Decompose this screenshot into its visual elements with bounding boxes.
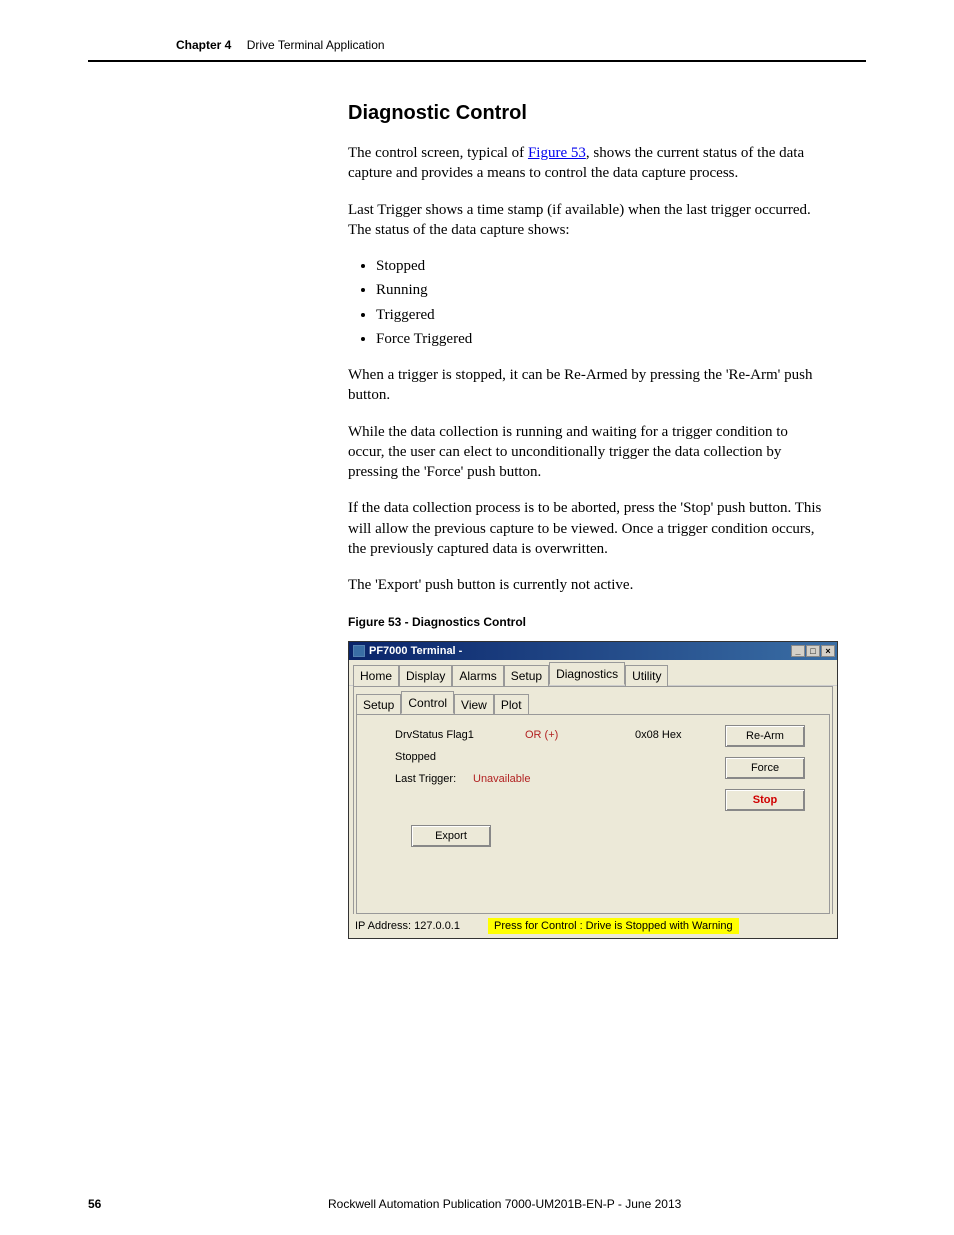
intro-paragraph: The control screen, typical of Figure 53… <box>348 143 826 184</box>
list-item: Stopped <box>376 256 826 276</box>
section-title: Diagnostic Control <box>348 102 826 125</box>
figure-link[interactable]: Figure 53 <box>528 145 586 161</box>
tab-display[interactable]: Display <box>399 665 452 686</box>
list-item: Running <box>376 280 826 300</box>
tab-setup[interactable]: Setup <box>504 665 549 686</box>
app-window: PF7000 Terminal - _ □ × Home Display Ala… <box>348 641 838 939</box>
page-header: Chapter 4 Drive Terminal Application <box>88 0 866 62</box>
maximize-button[interactable]: □ <box>806 645 820 657</box>
ip-address-label: IP Address: 127.0.0.1 <box>355 920 460 932</box>
last-trigger-label: Last Trigger: <box>395 773 473 785</box>
status-bar: IP Address: 127.0.0.1 Press for Control … <box>349 914 837 938</box>
export-button[interactable]: Export <box>411 825 491 847</box>
chapter-label: Chapter 4 <box>176 38 231 52</box>
sub-tab-bar: Setup Control View Plot <box>356 689 830 714</box>
list-item: Force Triggered <box>376 329 826 349</box>
window-title: PF7000 Terminal - <box>369 645 462 657</box>
flag-label: DrvStatus Flag1 <box>395 729 525 741</box>
tab-diagnostics[interactable]: Diagnostics <box>549 662 625 685</box>
rearm-button[interactable]: Re-Arm <box>725 725 805 747</box>
diagnostics-control-panel: DrvStatus Flag1 OR (+) 0x08 Hex Stopped … <box>357 715 829 905</box>
hex-value: 0x08 Hex <box>635 729 681 741</box>
app-icon <box>353 645 365 657</box>
minimize-button[interactable]: _ <box>791 645 805 657</box>
page-number: 56 <box>88 1197 328 1211</box>
tab-utility[interactable]: Utility <box>625 665 668 686</box>
subtab-control[interactable]: Control <box>401 691 454 714</box>
last-trigger-paragraph: Last Trigger shows a time stamp (if avai… <box>348 200 826 241</box>
close-button[interactable]: × <box>821 645 835 657</box>
tab-home[interactable]: Home <box>353 665 399 686</box>
subtab-plot[interactable]: Plot <box>494 694 529 715</box>
list-item: Triggered <box>376 305 826 325</box>
top-tab-bar: Home Display Alarms Setup Diagnostics Ut… <box>349 660 837 686</box>
export-paragraph: The 'Export' push button is currently no… <box>348 575 826 595</box>
p1-pre: The control screen, typical of <box>348 145 528 161</box>
stop-button[interactable]: Stop <box>725 789 805 811</box>
rearm-paragraph: When a trigger is stopped, it can be Re-… <box>348 365 826 406</box>
title-bar: PF7000 Terminal - _ □ × <box>349 642 837 660</box>
subtab-view[interactable]: View <box>454 694 494 715</box>
publication-info: Rockwell Automation Publication 7000-UM2… <box>328 1197 681 1211</box>
force-button[interactable]: Force <box>725 757 805 779</box>
chapter-title: Drive Terminal Application <box>247 38 385 52</box>
operator-label: OR (+) <box>525 729 635 741</box>
stop-paragraph: If the data collection process is to be … <box>348 498 826 559</box>
figure-caption: Figure 53 - Diagnostics Control <box>348 615 826 629</box>
page-footer: 56 Rockwell Automation Publication 7000-… <box>88 1197 866 1211</box>
last-trigger-value: Unavailable <box>473 773 530 785</box>
force-paragraph: While the data collection is running and… <box>348 422 826 483</box>
status-message[interactable]: Press for Control : Drive is Stopped wit… <box>488 918 739 934</box>
status-list: Stopped Running Triggered Force Triggere… <box>376 256 826 349</box>
subtab-setup[interactable]: Setup <box>356 694 401 715</box>
tab-alarms[interactable]: Alarms <box>452 665 503 686</box>
